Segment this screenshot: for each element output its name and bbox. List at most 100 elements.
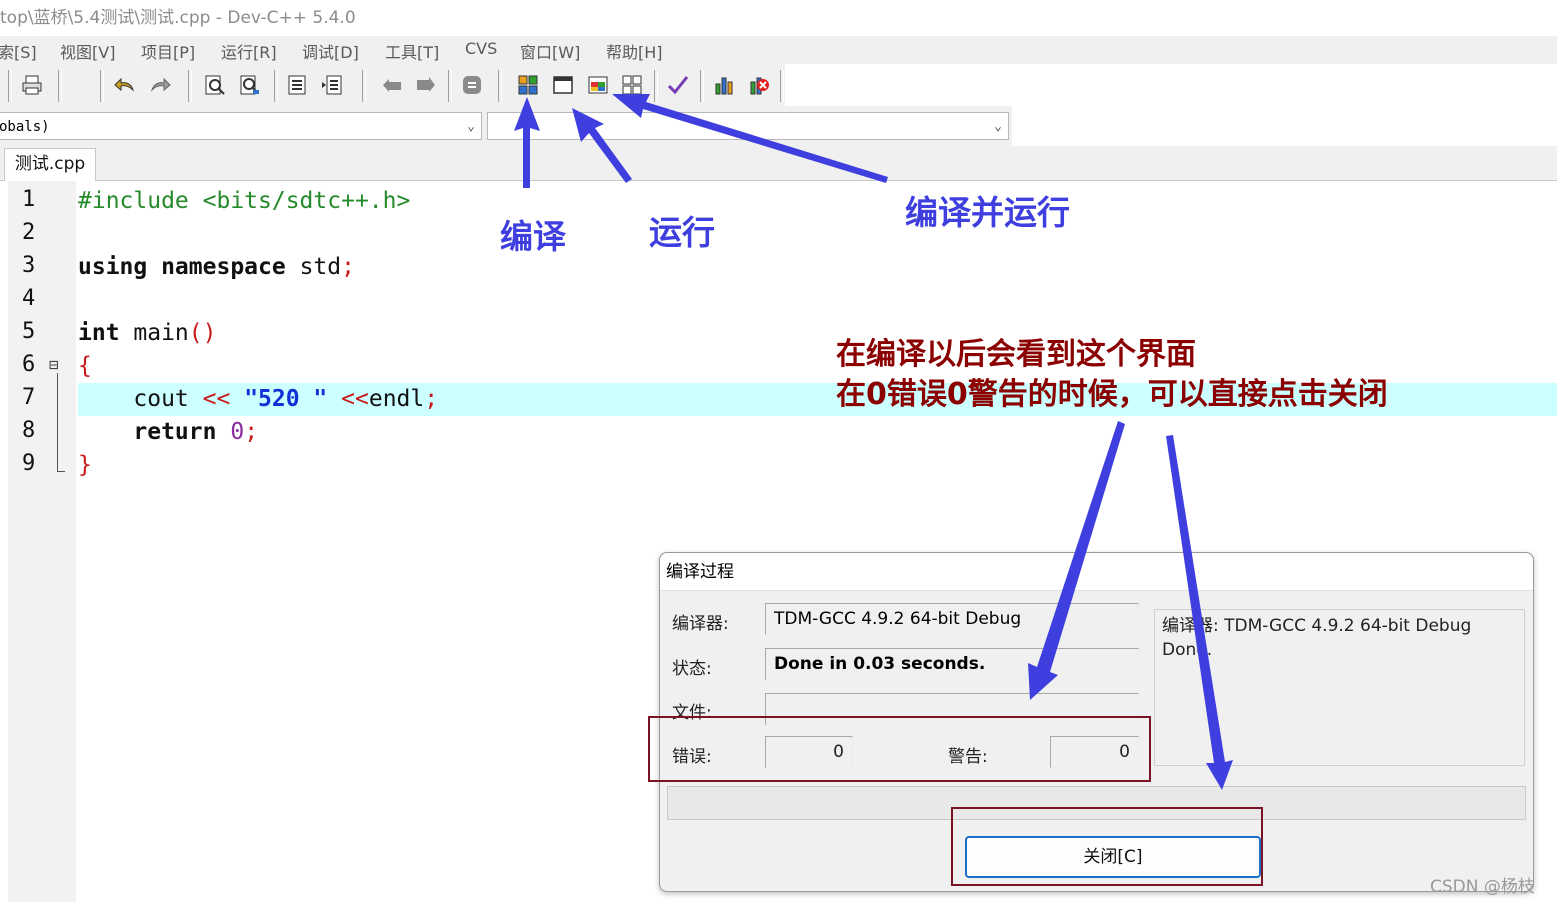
annotation-compile-run: 编译并运行 <box>905 193 1070 232</box>
status-label: 状态: <box>672 659 712 679</box>
code-line[interactable]: #include <bits/sdtc++.h> <box>78 185 1557 218</box>
menu-item-debug[interactable]: 调试[D] <box>302 39 359 63</box>
line-number: 7 <box>22 385 36 410</box>
replace-icon[interactable] <box>238 73 262 97</box>
line-number: 2 <box>22 220 36 245</box>
function-select[interactable]: ⌄ <box>487 112 1009 140</box>
menu-item-window[interactable]: 窗口[W] <box>520 39 580 63</box>
compile-log: 编译器: TDM-GCC 4.9.2 64-bit Debug Done. <box>1154 609 1525 766</box>
menu-item-tools[interactable]: 工具[T] <box>385 39 439 63</box>
compile-icon[interactable] <box>516 73 540 97</box>
class-browser-bar: obals) ⌄ ⌄ <box>0 106 1012 146</box>
toolbar-separator <box>8 70 12 102</box>
code-token: 0 <box>230 419 245 445</box>
toolbar-separator <box>100 70 104 102</box>
editor-tabs: 测试.cpp <box>0 146 1557 181</box>
toolbar <box>0 64 785 107</box>
toolbar-separator <box>188 70 192 102</box>
scope-select[interactable]: obals) ⌄ <box>0 112 482 140</box>
close-button-highlight <box>951 807 1263 886</box>
code-line[interactable]: return 0; <box>78 416 1557 449</box>
log-line: Done. <box>1162 640 1213 660</box>
code-line[interactable]: int main() <box>78 317 1557 350</box>
window-title: top\蓝桥\5.4测试\测试.cpp - Dev-C++ 5.4.0 <box>0 0 1557 36</box>
code-token: endl <box>368 386 425 412</box>
code-token: ; <box>341 254 355 280</box>
menu-item-run[interactable]: 运行[R] <box>221 39 277 63</box>
rebuild-icon[interactable] <box>620 73 644 97</box>
compiler-label: 编译器: <box>672 614 729 634</box>
code-token: int <box>78 320 120 346</box>
code-line[interactable]: } <box>78 449 1557 482</box>
code-line[interactable] <box>78 284 1557 317</box>
indent-icon[interactable] <box>285 73 309 97</box>
line-number: 4 <box>22 286 36 311</box>
toolbar-separator <box>654 70 658 102</box>
code-token: ; <box>244 419 259 445</box>
code-token: main <box>119 320 189 346</box>
line-number: 8 <box>22 418 36 443</box>
code-token: std <box>285 254 342 280</box>
syntax-check-icon[interactable] <box>666 73 690 97</box>
redo-icon[interactable] <box>148 73 172 97</box>
toolbar-separator <box>274 70 278 102</box>
code-token: () <box>188 320 217 346</box>
code-token: { <box>78 353 92 379</box>
print-icon[interactable] <box>20 73 44 97</box>
annotation-run: 运行 <box>649 213 715 252</box>
code-token: ; <box>424 386 439 412</box>
compiler-field: TDM-GCC 4.9.2 64-bit Debug <box>765 603 1139 635</box>
annotation-compile: 编译 <box>500 217 566 256</box>
toolbar-separator <box>700 70 704 102</box>
stop-icon[interactable] <box>747 73 771 97</box>
code-token: return <box>133 419 217 445</box>
menu-item-project[interactable]: 项目[P] <box>141 39 195 63</box>
compile-run-icon[interactable] <box>586 73 610 97</box>
toolbar-separator <box>448 70 452 102</box>
code-line[interactable] <box>78 218 1557 251</box>
menu-item-search[interactable]: 索[S] <box>0 39 37 63</box>
scope-select-value: obals) <box>0 119 50 135</box>
chevron-down-icon: ⌄ <box>467 119 475 134</box>
code-token: << <box>341 386 369 412</box>
annotation-note-line1: 在编译以后会看到这个界面 <box>836 337 1196 372</box>
line-number: 3 <box>22 253 36 278</box>
fold-toggle-icon[interactable]: ⊟ <box>49 355 59 374</box>
line-number: 1 <box>22 187 36 212</box>
tab-test-cpp[interactable]: 测试.cpp <box>4 148 96 181</box>
undo-icon[interactable] <box>113 73 137 97</box>
line-number: 6 <box>22 352 36 377</box>
code-token: "520 " <box>244 386 328 412</box>
toolbar-separator <box>58 70 62 102</box>
find-icon[interactable] <box>203 73 227 97</box>
code-line[interactable]: using namespace std; <box>78 251 1557 284</box>
annotation-note-line2: 在0错误0警告的时候，可以直接点击关闭 <box>836 377 1388 412</box>
watermark: CSDN @杨枝 <box>1430 877 1535 897</box>
menu-item-cvs[interactable]: CVS <box>465 39 497 58</box>
menu-item-help[interactable]: 帮助[H] <box>606 39 663 63</box>
line-number: 9 <box>22 451 36 476</box>
status-field: Done in 0.03 seconds. <box>765 648 1139 680</box>
toolbar-separator <box>362 70 366 102</box>
toolbar-separator <box>498 70 502 102</box>
chart-icon[interactable] <box>712 73 736 97</box>
code-token: #include <bits/sdtc++.h> <box>78 188 411 214</box>
errors-warnings-highlight <box>648 716 1151 782</box>
fold-guide-end <box>57 471 65 472</box>
toggle-icon[interactable] <box>460 73 484 97</box>
unindent-icon[interactable] <box>320 73 344 97</box>
code-token: cout <box>78 386 203 412</box>
chevron-down-icon: ⌄ <box>994 119 1002 134</box>
back-icon[interactable] <box>380 73 404 97</box>
code-token: } <box>78 452 92 478</box>
run-icon[interactable] <box>551 73 575 97</box>
toolbar-separator <box>780 70 784 102</box>
menu-bar: 索[S] 视图[V] 项目[P] 运行[R] 调试[D] 工具[T] CVS 窗… <box>0 36 1557 64</box>
forward-icon[interactable] <box>414 73 438 97</box>
menu-item-view[interactable]: 视图[V] <box>60 39 115 63</box>
line-number: 5 <box>22 319 36 344</box>
